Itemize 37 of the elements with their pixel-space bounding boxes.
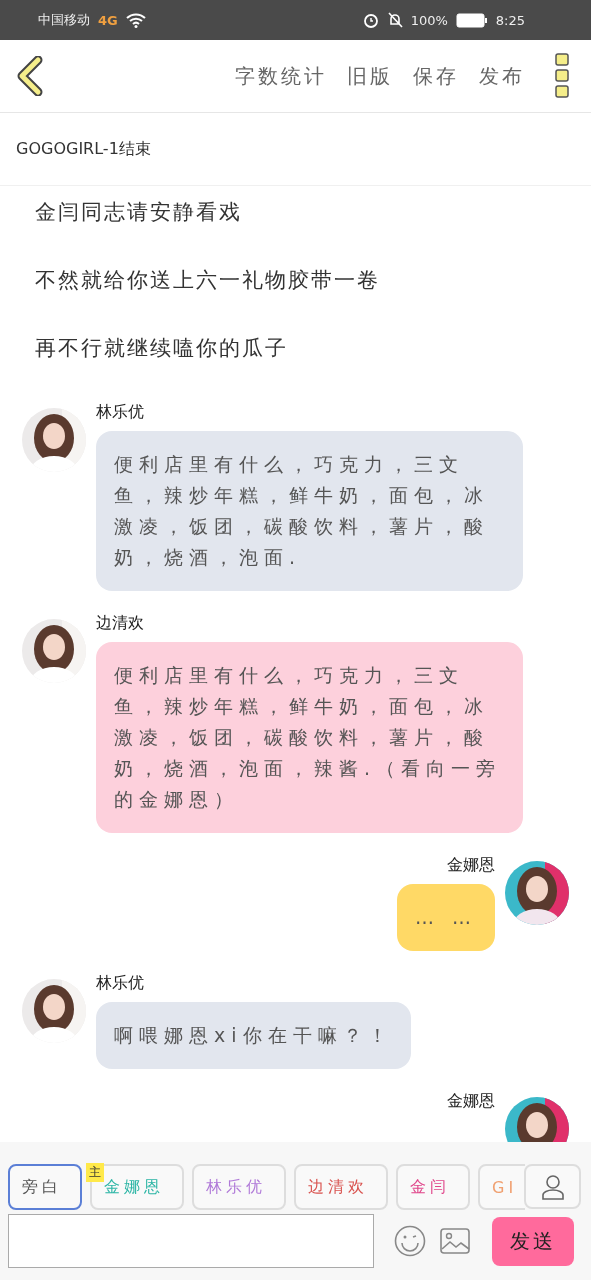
battery-icon (455, 12, 488, 28)
toolbar-action[interactable]: 字数统计 (235, 62, 327, 90)
send-button[interactable]: 发送 (492, 1216, 574, 1266)
speaker-name: 林乐优 (96, 973, 144, 994)
network-text: 4G (98, 12, 118, 28)
toolbar-action[interactable]: 保存 (413, 62, 459, 90)
message-bubble: 啊喂娜恩xi你在干嘛？！ (96, 1002, 411, 1069)
battery-text: 100% (410, 12, 448, 28)
speaker-name: 林乐优 (96, 402, 144, 423)
back-button[interactable] (16, 56, 44, 96)
image-icon[interactable] (440, 1228, 470, 1254)
narration-text: 金闫同志请安静看戏 (34, 199, 243, 226)
narration-text: 不然就给你送上六一礼物胶带一卷 (34, 267, 381, 294)
emoji-icon[interactable] (394, 1225, 426, 1257)
time-text: 8:25 (495, 12, 525, 28)
role-chip[interactable]: 金闫 (396, 1164, 470, 1210)
alarm-icon (362, 12, 379, 28)
mute-icon (386, 12, 403, 28)
toolbar-action[interactable]: 发布 (479, 62, 525, 90)
message-bubble: 便利店里有什么，巧克力，三文鱼，辣炒年糕，鲜牛奶，面包，冰激凌，饭团，碳酸饮料，薯片，酸奶，烧酒，泡面，辣酱.（看向一旁的金娜恩） (96, 642, 523, 833)
role-chip[interactable]: 林乐优 (192, 1164, 286, 1210)
wifi-icon (125, 12, 146, 28)
speaker-name: 金娜恩 (447, 855, 495, 876)
message-bubble: … … (396, 884, 495, 951)
role-chip[interactable]: 旁白 (8, 1164, 82, 1210)
narration-text: 再不行就继续嗑你的瓜子 (34, 335, 289, 362)
message-bubble: 便利店里有什么，巧克力，三文鱼，辣炒年糕，鲜牛奶，面包，冰激凌，饭团，碳酸饮料，薯片，酸奶，烧酒，泡面. (96, 431, 523, 591)
person-icon[interactable] (524, 1164, 581, 1209)
message-input[interactable] (8, 1214, 374, 1268)
role-chip[interactable]: 边清欢 (294, 1164, 388, 1210)
main-role-badge: 主 (86, 1163, 104, 1182)
chapter-title: GOGOGIRL-1结束 (0, 113, 591, 186)
speaker-name: 金娜恩 (447, 1091, 495, 1112)
speaker-name: 边清欢 (96, 613, 144, 634)
more-menu-icon[interactable] (555, 53, 569, 99)
carrier-text: 中国移动 (38, 11, 90, 29)
toolbar-action[interactable]: 旧版 (347, 62, 393, 90)
